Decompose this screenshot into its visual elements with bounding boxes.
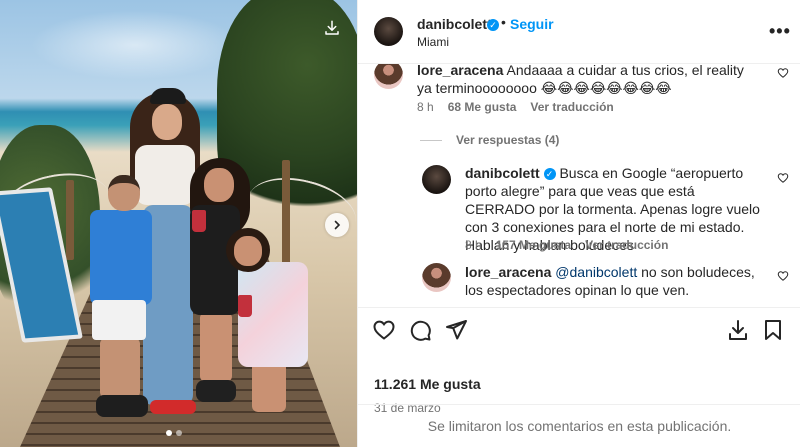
translate-link[interactable]: Ver traducción: [585, 238, 668, 252]
photo-boy-shorts: [92, 300, 146, 340]
photo-download-button[interactable]: [317, 13, 347, 43]
instagram-post-view: danibcolett ✓ • Seguir Miami ••• lore_ar…: [0, 0, 800, 447]
commenter-avatar[interactable]: [374, 64, 403, 89]
view-replies-label[interactable]: Ver respuestas (4): [456, 133, 559, 147]
download-icon: [325, 20, 339, 35]
post-actions: 11.261 Me gusta 31 de marzo: [358, 307, 800, 415]
comments-list[interactable]: lore_aracena Andaaaa a cuidar a tus crio…: [358, 64, 800, 307]
comment-username[interactable]: lore_aracena: [417, 64, 503, 78]
reply-like-heart-icon[interactable]: [777, 270, 789, 282]
photo-woman-face: [152, 104, 182, 140]
photo-boy-shoes: [96, 395, 148, 417]
download-icon[interactable]: [726, 318, 750, 342]
heart-icon[interactable]: [372, 318, 396, 342]
more-options-icon[interactable]: •••: [769, 22, 791, 40]
post-photo[interactable]: [0, 0, 357, 447]
header-separator: •: [501, 14, 506, 30]
photo-woman-cap: [150, 88, 186, 104]
translate-link[interactable]: Ver traducción: [530, 100, 613, 114]
reply-author-avatar[interactable]: [422, 165, 451, 194]
post-header: danibcolett ✓ • Seguir Miami •••: [358, 0, 800, 64]
reply-username[interactable]: lore_aracena: [465, 264, 551, 280]
photo-boy-legs: [100, 338, 140, 398]
likes-count[interactable]: 11.261 Me gusta: [374, 376, 481, 392]
photo-girl-face: [204, 168, 234, 202]
reply-time: 8 h: [465, 238, 482, 252]
reply-meta: 8 h 157 Me gusta Ver traducción: [465, 238, 668, 252]
verified-badge-icon: ✓: [543, 168, 556, 181]
carousel-indicator: [166, 430, 182, 436]
share-icon[interactable]: [444, 318, 468, 342]
verified-badge-icon: ✓: [487, 19, 499, 31]
post-location[interactable]: Miami: [417, 35, 449, 49]
carousel-dot[interactable]: [166, 430, 172, 436]
photo-drink-cup: [192, 210, 206, 232]
photo-boy-shirt: [90, 210, 152, 305]
photo-woman-shoes: [150, 400, 196, 414]
photo-girl-legs: [200, 312, 232, 382]
follow-button[interactable]: Seguir: [510, 16, 554, 32]
photo-clouds: [30, 10, 240, 80]
comment-icon[interactable]: [408, 318, 432, 342]
reply-body: lore_aracena @danibcolett no son boludec…: [465, 263, 765, 299]
reply-likes[interactable]: 157 Me gusta: [496, 238, 571, 252]
post-detail-panel: danibcolett ✓ • Seguir Miami ••• lore_ar…: [357, 0, 800, 447]
reply-like-heart-icon[interactable]: [777, 172, 789, 184]
comment-meta: 8 h 68 Me gusta Ver traducción: [417, 100, 614, 114]
comment-time: 8 h: [417, 100, 434, 114]
replies-line: [420, 139, 442, 141]
reply-author-avatar[interactable]: [422, 263, 451, 292]
carousel-dot[interactable]: [176, 430, 182, 436]
comments-limited-notice: Se limitaron los comentarios en esta pub…: [358, 404, 800, 447]
view-replies-toggle[interactable]: Ver respuestas (4): [420, 133, 559, 147]
photo-drink-cup: [238, 295, 252, 317]
photo-fence-post: [282, 160, 290, 270]
bookmark-icon[interactable]: [761, 318, 785, 342]
photo-fence-post: [66, 180, 74, 260]
reply-mention[interactable]: @danibcolett: [555, 264, 637, 280]
reply-username[interactable]: danibcolett: [465, 165, 540, 181]
photo-woman-top: [135, 145, 195, 205]
comment-body: lore_aracena Andaaaa a cuidar a tus crio…: [417, 64, 757, 97]
photo-boy-head: [108, 175, 140, 211]
comment-like-heart-icon[interactable]: [777, 67, 789, 79]
author-avatar[interactable]: [374, 17, 403, 46]
carousel-next-button[interactable]: [325, 213, 349, 237]
author-username[interactable]: danibcolett: [417, 16, 492, 32]
photo-small-girl-face: [234, 236, 262, 266]
chevron-right-icon: [334, 220, 341, 230]
photo-small-girl-legs: [252, 362, 286, 412]
comment-likes[interactable]: 68 Me gusta: [448, 100, 517, 114]
photo-girl-shoes: [196, 380, 236, 402]
